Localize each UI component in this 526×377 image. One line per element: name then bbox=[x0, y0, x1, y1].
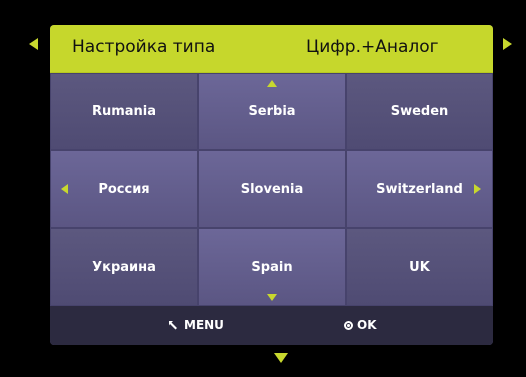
country-label: Украина bbox=[92, 259, 156, 275]
country-cell-sweden[interactable]: Sweden bbox=[346, 73, 493, 150]
country-label: Spain bbox=[251, 259, 293, 275]
ok-button[interactable]: OK bbox=[344, 318, 377, 332]
country-label: Sweden bbox=[390, 104, 449, 119]
scroll-right-icon[interactable] bbox=[474, 184, 481, 194]
type-setup-panel: Настройка типа Цифр.+Аналог Rumania Serb… bbox=[50, 25, 493, 345]
country-cell-russia[interactable]: Россия bbox=[50, 150, 198, 228]
scroll-down-icon[interactable] bbox=[267, 294, 277, 301]
country-label: Slovenia bbox=[240, 181, 304, 197]
country-label: Rumania bbox=[91, 104, 157, 119]
setting-label: Настройка типа bbox=[72, 37, 216, 57]
menu-label: MENU bbox=[184, 318, 224, 332]
country-label: UK bbox=[409, 259, 430, 275]
country-cell-slovenia[interactable]: Slovenia bbox=[198, 150, 346, 228]
country-label: Serbia bbox=[248, 104, 296, 119]
country-cell-rumania[interactable]: Rumania bbox=[50, 73, 198, 150]
triangle-left-icon[interactable] bbox=[29, 38, 38, 50]
triangle-down-icon[interactable] bbox=[274, 353, 288, 363]
type-setup-header[interactable]: Настройка типа Цифр.+Аналог bbox=[50, 25, 493, 73]
ring-icon bbox=[344, 320, 353, 330]
return-arrow-icon bbox=[169, 320, 177, 329]
country-label: Россия bbox=[98, 181, 150, 197]
setting-value: Цифр.+Аналог bbox=[306, 37, 439, 57]
country-label: Switzerland bbox=[376, 181, 463, 197]
country-grid: Rumania Serbia Sweden Россия Slovenia Sw… bbox=[50, 73, 493, 306]
country-cell-uk[interactable]: UK bbox=[346, 228, 493, 306]
tv-screen: Настройка типа Цифр.+Аналог Rumania Serb… bbox=[0, 0, 526, 377]
scroll-left-icon[interactable] bbox=[61, 184, 68, 194]
country-cell-switzerland[interactable]: Switzerland bbox=[346, 150, 493, 228]
triangle-right-icon[interactable] bbox=[503, 38, 512, 50]
footer-bar: MENU OK bbox=[50, 306, 493, 345]
country-cell-ukraine[interactable]: Украина bbox=[50, 228, 198, 306]
scroll-up-icon[interactable] bbox=[267, 80, 277, 87]
menu-button[interactable]: MENU bbox=[168, 318, 224, 332]
ok-label: OK bbox=[357, 318, 377, 332]
